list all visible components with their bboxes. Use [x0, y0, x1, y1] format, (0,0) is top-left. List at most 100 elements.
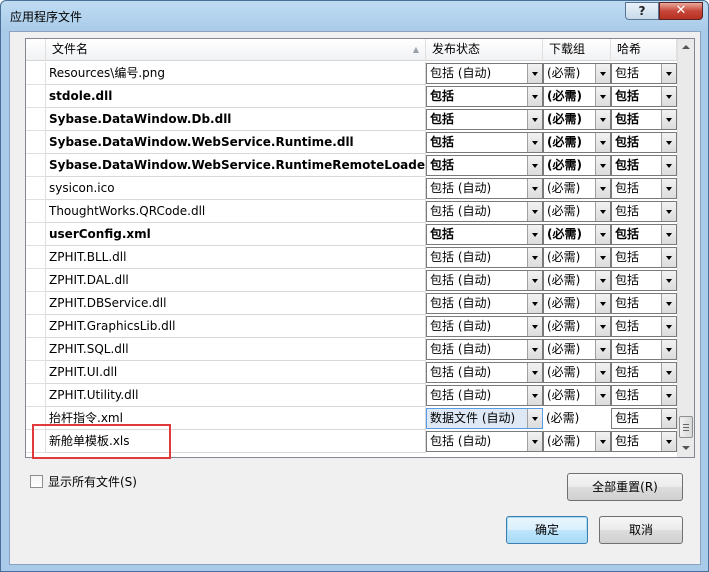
hash-select[interactable]: 包括	[611, 224, 677, 245]
hash-select[interactable]: 包括	[611, 316, 677, 337]
table-row[interactable]: ZPHIT.UI.dll 包括 (自动) (必需) 包括	[26, 361, 677, 384]
download-group-select[interactable]: (必需)	[543, 155, 611, 176]
chevron-down-icon[interactable]	[527, 340, 542, 359]
chevron-down-icon[interactable]	[595, 317, 610, 336]
close-button[interactable]: ✕	[659, 2, 703, 20]
chevron-down-icon[interactable]	[595, 294, 610, 313]
hash-select[interactable]: 包括	[611, 431, 677, 452]
table-row[interactable]: ZPHIT.SQL.dll 包括 (自动) (必需) 包括	[26, 338, 677, 361]
column-header-hash[interactable]: 哈希	[611, 39, 677, 61]
hash-select[interactable]: 包括	[611, 362, 677, 383]
chevron-down-icon[interactable]	[595, 64, 610, 83]
publish-status-select[interactable]: 包括	[426, 155, 543, 176]
chevron-down-icon[interactable]	[595, 386, 610, 405]
scroll-down-icon[interactable]	[678, 440, 694, 456]
hash-select[interactable]: 包括	[611, 339, 677, 360]
row-header[interactable]	[26, 292, 46, 315]
chevron-down-icon[interactable]	[661, 294, 676, 313]
scroll-thumb[interactable]	[679, 416, 693, 438]
column-header-status[interactable]: 发布状态	[426, 39, 543, 61]
chevron-down-icon[interactable]	[595, 133, 610, 152]
table-row[interactable]: ZPHIT.DAL.dll 包括 (自动) (必需) 包括	[26, 269, 677, 292]
download-group-select[interactable]: (必需)	[543, 63, 611, 84]
row-header[interactable]	[26, 223, 46, 246]
download-group-select[interactable]: (必需)	[543, 201, 611, 222]
publish-status-select[interactable]: 包括 (自动)	[426, 316, 543, 337]
reset-all-button[interactable]: 全部重置(R)	[567, 473, 683, 501]
hash-select[interactable]: 包括	[611, 178, 677, 199]
hash-select[interactable]: 包括	[611, 63, 677, 84]
chevron-down-icon[interactable]	[661, 248, 676, 267]
chevron-down-icon[interactable]	[661, 317, 676, 336]
chevron-down-icon[interactable]	[661, 386, 676, 405]
help-button[interactable]: ?	[625, 2, 659, 20]
chevron-down-icon[interactable]	[527, 363, 542, 382]
download-group-select[interactable]: (必需)	[543, 224, 611, 245]
chevron-down-icon[interactable]	[595, 225, 610, 244]
hash-select[interactable]: 包括	[611, 201, 677, 222]
row-header[interactable]	[26, 154, 46, 177]
publish-status-select[interactable]: 包括 (自动)	[426, 362, 543, 383]
hash-select[interactable]: 包括	[611, 385, 677, 406]
chevron-down-icon[interactable]	[527, 432, 542, 451]
publish-status-select[interactable]: 包括 (自动)	[426, 247, 543, 268]
table-row[interactable]: ZPHIT.Utility.dll 包括 (自动) (必需) 包括	[26, 384, 677, 407]
chevron-down-icon[interactable]	[527, 386, 542, 405]
chevron-down-icon[interactable]	[661, 202, 676, 221]
chevron-down-icon[interactable]	[527, 110, 542, 129]
row-header[interactable]	[26, 361, 46, 384]
chevron-down-icon[interactable]	[527, 294, 542, 313]
table-row[interactable]: userConfig.xml 包括 (必需) 包括	[26, 223, 677, 246]
chevron-down-icon[interactable]	[527, 179, 542, 198]
row-header[interactable]	[26, 108, 46, 131]
chevron-down-icon[interactable]	[595, 179, 610, 198]
hash-select[interactable]: 包括	[611, 408, 677, 429]
download-group-select[interactable]: (必需)	[543, 132, 611, 153]
download-group-select[interactable]: (必需)	[543, 86, 611, 107]
download-group-select[interactable]: (必需)	[543, 109, 611, 130]
download-group-select[interactable]: (必需)	[543, 247, 611, 268]
hash-select[interactable]: 包括	[611, 247, 677, 268]
table-row[interactable]: ZPHIT.GraphicsLib.dll 包括 (自动) (必需) 包括	[26, 315, 677, 338]
download-group-select[interactable]: (必需)	[543, 316, 611, 337]
chevron-down-icon[interactable]	[595, 340, 610, 359]
publish-status-select[interactable]: 包括	[426, 86, 543, 107]
chevron-down-icon[interactable]	[595, 87, 610, 106]
row-header[interactable]	[26, 269, 46, 292]
row-header[interactable]	[26, 200, 46, 223]
row-header[interactable]	[26, 177, 46, 200]
chevron-down-icon[interactable]	[661, 340, 676, 359]
ok-button[interactable]: 确定	[506, 516, 588, 544]
table-row[interactable]: Sybase.DataWindow.WebService.RuntimeRemo…	[26, 154, 677, 177]
table-row[interactable]: ThoughtWorks.QRCode.dll 包括 (自动) (必需) 包括	[26, 200, 677, 223]
download-group-select[interactable]: (必需)	[543, 362, 611, 383]
column-header-download-group[interactable]: 下载组	[543, 39, 611, 61]
chevron-down-icon[interactable]	[661, 87, 676, 106]
table-row[interactable]: ZPHIT.BLL.dll 包括 (自动) (必需) 包括	[26, 246, 677, 269]
chevron-down-icon[interactable]	[595, 432, 610, 451]
chevron-down-icon[interactable]	[661, 432, 676, 451]
chevron-down-icon[interactable]	[661, 179, 676, 198]
chevron-down-icon[interactable]	[527, 409, 542, 428]
hash-select[interactable]: 包括	[611, 155, 677, 176]
cancel-button[interactable]: 取消	[599, 516, 683, 544]
chevron-down-icon[interactable]	[595, 110, 610, 129]
row-header[interactable]	[26, 338, 46, 361]
column-header-filename[interactable]: 文件名 ▲	[46, 39, 426, 61]
publish-status-select[interactable]: 数据文件 (自动)	[426, 408, 543, 429]
publish-status-select[interactable]: 包括 (自动)	[426, 63, 543, 84]
download-group-select[interactable]: (必需)	[543, 339, 611, 360]
download-group-value[interactable]: (必需)	[543, 408, 614, 429]
publish-status-select[interactable]: 包括 (自动)	[426, 270, 543, 291]
chevron-down-icon[interactable]	[527, 248, 542, 267]
hash-select[interactable]: 包括	[611, 86, 677, 107]
chevron-down-icon[interactable]	[661, 133, 676, 152]
chevron-down-icon[interactable]	[661, 225, 676, 244]
chevron-down-icon[interactable]	[527, 317, 542, 336]
download-group-select[interactable]: (必需)	[543, 270, 611, 291]
chevron-down-icon[interactable]	[527, 64, 542, 83]
publish-status-select[interactable]: 包括 (自动)	[426, 339, 543, 360]
table-row[interactable]: sysicon.ico 包括 (自动) (必需) 包括	[26, 177, 677, 200]
download-group-select[interactable]: (必需)	[543, 385, 611, 406]
download-group-select[interactable]: (必需)	[543, 178, 611, 199]
